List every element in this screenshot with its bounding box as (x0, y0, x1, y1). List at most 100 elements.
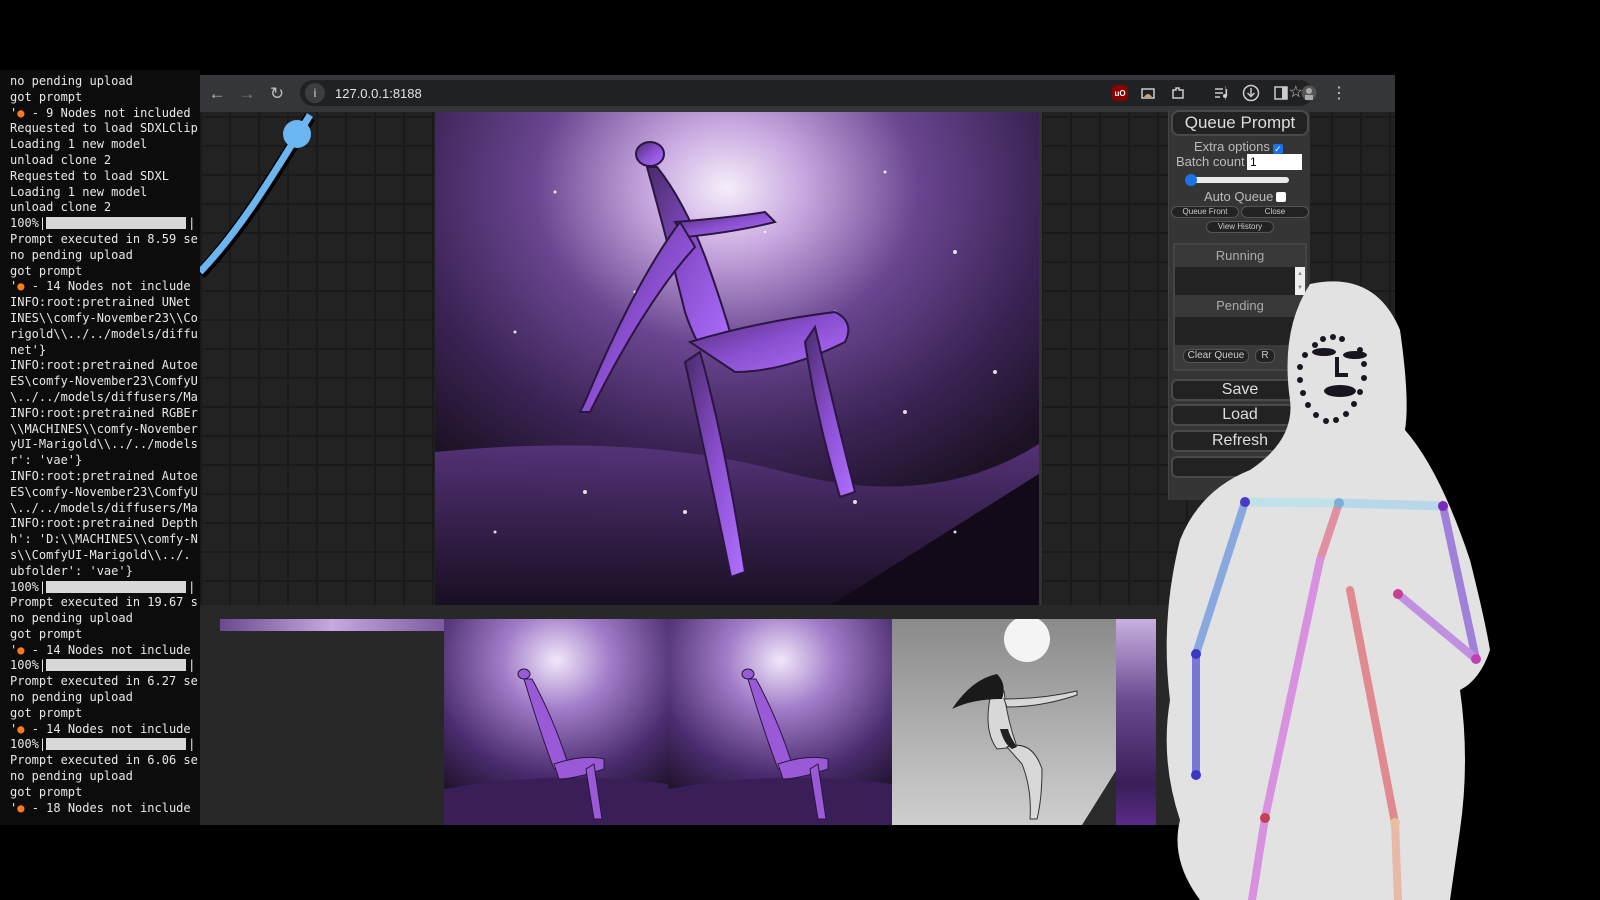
forward-arrow-icon: → (238, 83, 256, 103)
terminal-line: got prompt (10, 264, 200, 280)
close-button[interactable]: Close (1241, 206, 1309, 218)
terminal-line-text: Prompt executed in 8.59 se (10, 231, 198, 246)
terminal-line: Prompt executed in 6.06 se (10, 753, 200, 769)
save-button[interactable]: Save (1171, 379, 1309, 401)
auto-queue-checkbox[interactable] (1276, 192, 1287, 202)
terminal-line-text: INFO:root:pretrained Autoe (10, 468, 198, 483)
terminal-line: ES\comfy-November23\ComfyU (10, 374, 200, 390)
side-panel-icon[interactable] (1270, 82, 1292, 104)
ublock-extension-icon[interactable]: uO (1112, 85, 1128, 101)
terminal-line-text: - 14 Nodes not include (24, 642, 191, 657)
terminal-line: \\MACHINES\\comfy-November (10, 422, 200, 438)
terminal-line: '● - 14 Nodes not include (10, 721, 191, 736)
terminal-line-text: INFO:root:pretrained RGBEr (10, 405, 198, 420)
extra-options-checkbox[interactable]: ✓ (1272, 144, 1283, 154)
site-info-icon[interactable]: i (305, 83, 325, 103)
terminal-line: no pending upload (10, 769, 200, 785)
terminal-line: 100%| | (10, 658, 196, 673)
terminal-line-text: - 18 Nodes not include (24, 800, 191, 815)
gallery-thumbnail[interactable] (892, 619, 1117, 825)
queue-front-button[interactable]: Queue Front (1171, 206, 1239, 218)
forward-button[interactable]: → (232, 79, 262, 109)
media-queue-icon[interactable] (1210, 82, 1232, 104)
terminal-line: INFO:root:pretrained UNet (10, 295, 200, 311)
terminal-line: '● - 14 Nodes not include (10, 642, 191, 657)
terminal-line-text: got prompt (10, 626, 83, 641)
curve-handle[interactable] (283, 120, 311, 148)
gallery-thumbnail[interactable] (444, 619, 669, 825)
terminal-line-text: 100% (10, 216, 39, 231)
auto-queue-label: Auto Queue (1204, 189, 1274, 204)
terminal-line: '● - 9 Nodes not included (10, 105, 191, 120)
terminal-line-text: - 9 Nodes not included (24, 105, 191, 120)
preview-image[interactable] (435, 112, 1042, 615)
terminal-line-text: 100% (10, 737, 39, 752)
progress-bar (46, 738, 187, 751)
terminal-line: INFO:root:pretrained Depth (10, 516, 200, 532)
pending-list (1175, 317, 1305, 345)
terminal-line-text: INFO:root:pretrained Autoe (10, 358, 198, 373)
terminal-line: Loading 1 new model (10, 137, 200, 153)
refresh-button[interactable]: Refresh (1171, 430, 1309, 452)
terminal-line: Prompt executed in 8.59 se (10, 232, 200, 248)
terminal-line: Loading 1 new model (10, 185, 200, 201)
terminal-line-text: no pending upload (10, 690, 133, 705)
terminal-line-text: net'} (10, 342, 47, 357)
gallery-thumbnail[interactable] (668, 619, 893, 825)
view-history-button[interactable]: View History (1206, 221, 1274, 233)
load-button[interactable]: Load (1171, 404, 1309, 426)
terminal-line-text: INFO:root:pretrained Depth (10, 516, 198, 531)
refresh-queue-button[interactable]: R (1255, 349, 1275, 363)
back-button[interactable]: ← (202, 79, 232, 109)
profile-avatar[interactable] (1298, 82, 1320, 104)
auto-queue-row[interactable]: Auto Queue (1204, 189, 1287, 204)
terminal-line-text: ubfolder': 'vae'} (10, 563, 133, 578)
terminal-line-text: Loading 1 new model (10, 184, 148, 199)
terminal-line-text: Prompt executed in 6.27 se (10, 674, 198, 689)
queue-prompt-button[interactable]: Queue Prompt (1171, 110, 1309, 136)
extensions-puzzle-icon[interactable] (1167, 82, 1189, 104)
progress-bar (46, 217, 187, 230)
curve-link[interactable] (200, 112, 320, 282)
back-arrow-icon: ← (208, 83, 226, 103)
terminal-line-text: got prompt (10, 89, 83, 104)
gallery-thumbnail[interactable] (220, 619, 445, 631)
gallery-thumbnail[interactable] (1116, 619, 1156, 825)
terminal-line: Prompt executed in 6.27 se (10, 674, 200, 690)
terminal-line-text: - 14 Nodes not include (24, 279, 191, 294)
terminal-line-text: s\\ComfyUI-Marigold\\../. (10, 547, 191, 562)
batch-count-input[interactable]: 1 (1247, 154, 1302, 170)
progress-bar (46, 580, 187, 593)
queue-scrollbar[interactable]: ▲ ▼ (1295, 267, 1305, 295)
extension-window-icon[interactable] (1137, 82, 1159, 104)
clear-queue-button[interactable]: Clear Queue (1183, 349, 1249, 363)
terminal-line: '● - 18 Nodes not include (10, 800, 191, 815)
terminal-line-text: Prompt executed in 19.67 s (10, 595, 198, 610)
terminal-line: 100%| | (10, 216, 196, 231)
terminal-line-text: INFO:root:pretrained UNet (10, 295, 191, 310)
terminal-line: rigold\\../../models/diffu (10, 327, 200, 343)
address-bar[interactable]: i 127.0.0.1:8188 ☆ (300, 80, 1313, 106)
image-gallery (200, 605, 1395, 825)
extra-options-row[interactable]: Extra options ✓ (1194, 139, 1283, 154)
terminal-line-text: unload clone 2 (10, 200, 112, 215)
url-text[interactable]: 127.0.0.1:8188 (335, 86, 422, 101)
terminal-line: INFO:root:pretrained RGBEr (10, 406, 200, 422)
batch-count-label: Batch count (1176, 154, 1245, 169)
queue-list: Running ▲ ▼ Pending Clear Queue R (1173, 243, 1307, 371)
progress-bar (46, 659, 187, 672)
terminal-line: r': 'vae'} (10, 453, 200, 469)
browser-menu-icon[interactable]: ⋮ (1328, 82, 1350, 104)
terminal-window: no pending upload got prompt '● - 9 Nodes … (0, 70, 200, 825)
pending-header: Pending (1175, 295, 1305, 317)
batch-slider-thumb[interactable] (1185, 174, 1197, 186)
terminal-line: INES\\comfy-November23\\Co (10, 311, 200, 327)
terminal-line: '● - 14 Nodes not include (10, 279, 191, 294)
menu-button[interactable] (1171, 456, 1309, 478)
terminal-line: s\\ComfyUI-Marigold\\../. (10, 548, 200, 564)
terminal-line: no pending upload (10, 690, 200, 706)
reload-button[interactable]: ↻ (262, 79, 292, 109)
terminal-line-text: no pending upload (10, 611, 133, 626)
download-icon[interactable] (1240, 82, 1262, 104)
batch-count-slider[interactable] (1189, 177, 1289, 183)
